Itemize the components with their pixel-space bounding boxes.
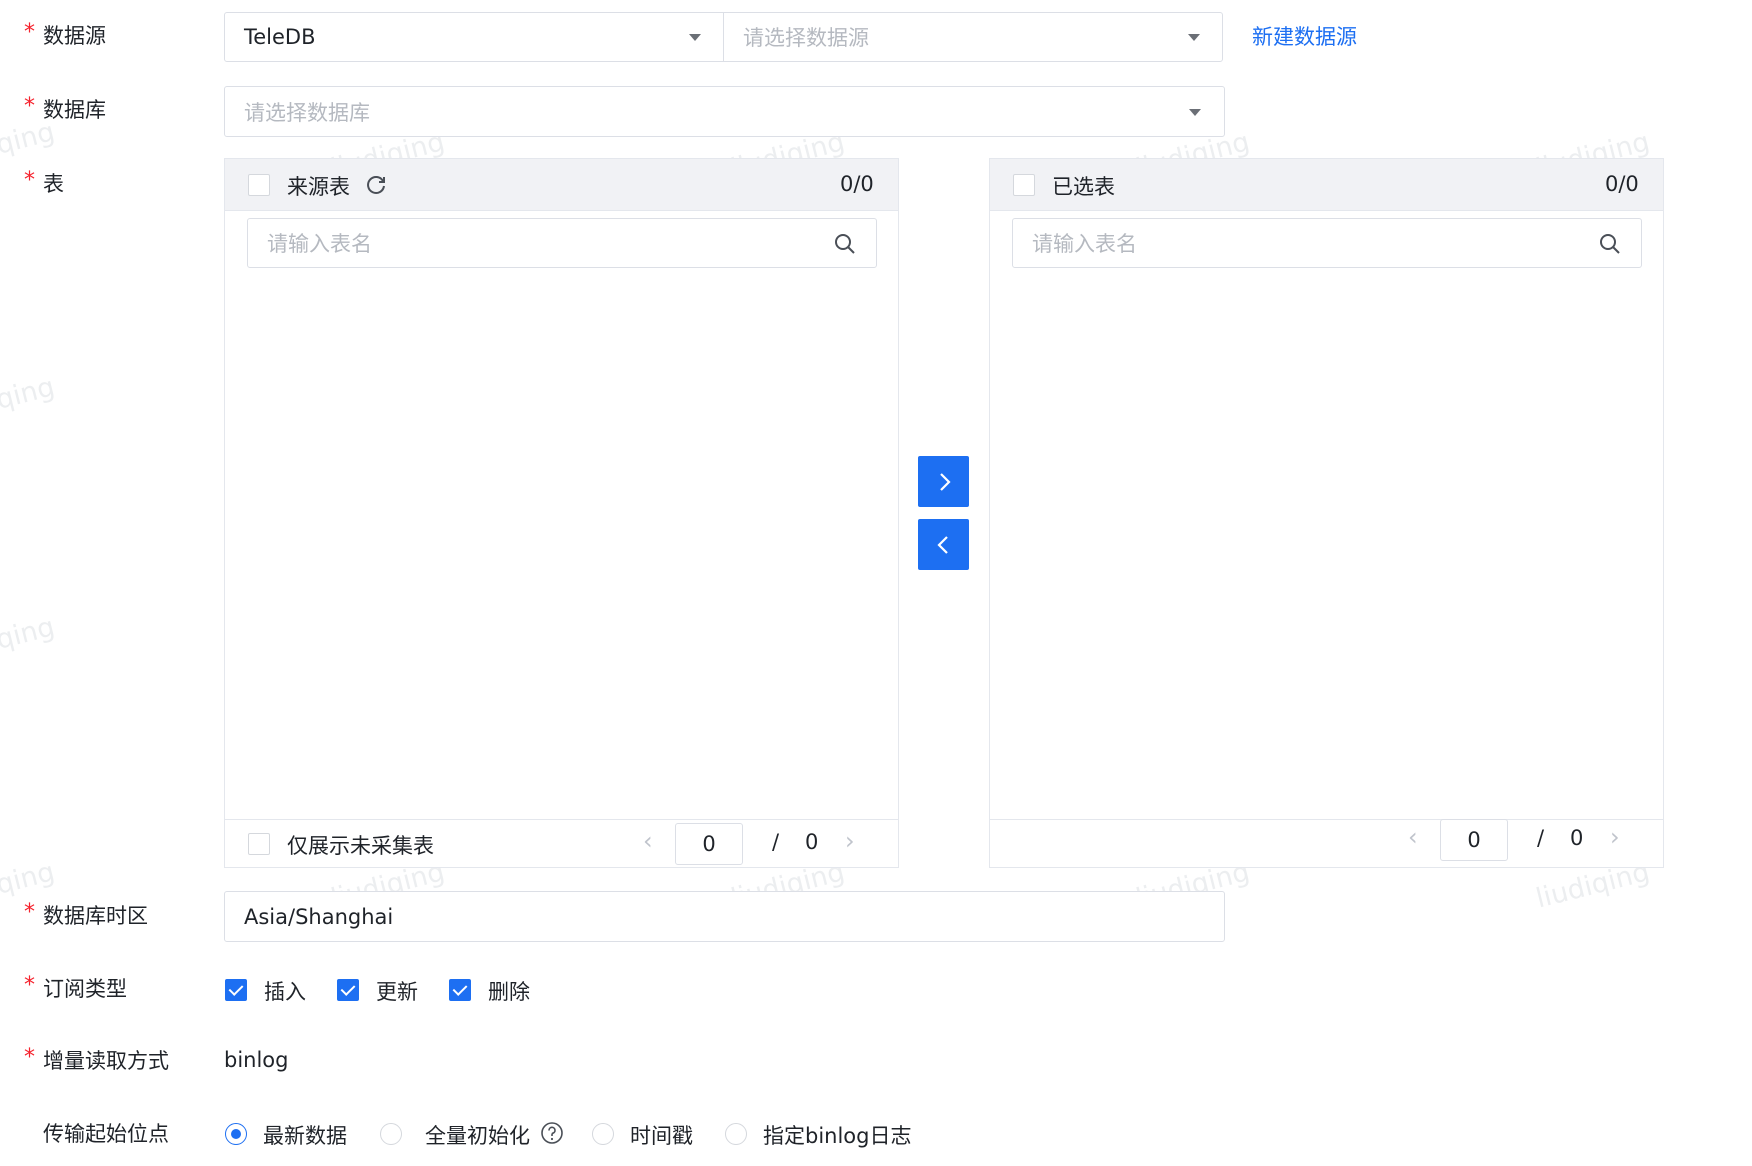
datasource-label: 数据源 (43, 24, 106, 48)
required-mark: * (24, 1045, 35, 1070)
next-page-button[interactable]: › (1610, 823, 1620, 851)
prev-page-button[interactable]: ‹ (1408, 823, 1418, 851)
next-page-button[interactable]: › (845, 827, 855, 855)
watermark: liudiqing (0, 116, 58, 175)
required-mark: * (24, 900, 35, 925)
datasource-placeholder: 请选择数据源 (743, 26, 869, 50)
timestamp-radio[interactable] (592, 1123, 614, 1145)
database-select[interactable]: 请选择数据库 (224, 86, 1225, 137)
latest-data-radio[interactable] (225, 1123, 247, 1145)
insert-checkbox[interactable] (225, 979, 247, 1001)
move-left-button[interactable] (918, 519, 969, 570)
required-mark: * (24, 20, 35, 45)
datasource-label-row: * 数据源 (24, 20, 106, 50)
datasource-type-value: TeleDB (244, 25, 316, 49)
selected-search-input[interactable]: 请输入表名 (1012, 218, 1642, 268)
new-datasource-link[interactable]: 新建数据源 (1252, 21, 1357, 51)
refresh-icon[interactable] (364, 173, 388, 197)
source-panel-count: 0/0 (840, 172, 874, 196)
chevron-down-icon (1189, 109, 1201, 116)
update-label: 更新 (376, 980, 418, 1004)
incremental-read-label: 增量读取方式 (43, 1049, 169, 1073)
selected-search-placeholder: 请输入表名 (1032, 232, 1137, 256)
full-init-label: 全量初始化 (425, 1124, 530, 1148)
source-table-list (247, 277, 877, 777)
divider (990, 819, 1663, 820)
selected-table-list (1012, 277, 1642, 777)
selected-table-panel: 已选表 0/0 请输入表名 ‹ 0 / 0 › (989, 158, 1664, 868)
delete-checkbox[interactable] (449, 979, 471, 1001)
database-label-row: * 数据库 (24, 94, 106, 124)
chevron-down-icon (689, 34, 701, 41)
selected-panel-count: 0/0 (1605, 172, 1639, 196)
selected-panel-header: 已选表 0/0 (990, 159, 1663, 211)
database-placeholder: 请选择数据库 (244, 100, 370, 125)
latest-data-label: 最新数据 (263, 1124, 347, 1148)
source-select-all-checkbox[interactable] (248, 174, 270, 196)
database-label: 数据库 (43, 98, 106, 122)
prev-page-button[interactable]: ‹ (643, 827, 653, 855)
table-label-row: * 表 (24, 168, 64, 198)
selected-page-input[interactable]: 0 (1440, 819, 1508, 861)
required-mark: * (24, 973, 35, 998)
source-page-total: 0 (805, 830, 819, 854)
watermark: liudiqing (0, 371, 58, 430)
search-icon[interactable] (1598, 232, 1622, 256)
watermark: liudiqing (0, 611, 58, 670)
start-position-label-row: 传输起始位点 (24, 1120, 169, 1148)
source-panel-header: 来源表 0/0 (225, 159, 898, 211)
timezone-label: 数据库时区 (43, 904, 148, 928)
only-uncollected-checkbox[interactable] (248, 833, 270, 855)
timezone-input[interactable]: Asia/Shanghai (224, 891, 1225, 942)
search-icon[interactable] (833, 232, 857, 256)
page-separator: / (1537, 826, 1545, 850)
chevron-left-icon (936, 535, 948, 554)
full-init-radio[interactable] (380, 1123, 402, 1145)
incremental-read-label-row: * 增量读取方式 (24, 1045, 169, 1075)
start-position-label: 传输起始位点 (43, 1122, 169, 1146)
selected-select-all-checkbox[interactable] (1013, 174, 1035, 196)
selected-panel-title: 已选表 (1052, 175, 1115, 199)
source-page-input[interactable]: 0 (675, 823, 743, 865)
chevron-down-icon (1188, 34, 1200, 41)
chevron-right-icon (939, 472, 951, 491)
timestamp-label: 时间戳 (630, 1124, 693, 1148)
page-separator: / (772, 830, 780, 854)
datasource-select[interactable]: 请选择数据源 (723, 12, 1223, 62)
delete-label: 删除 (488, 980, 530, 1004)
source-panel-title: 来源表 (287, 175, 350, 199)
timezone-value: Asia/Shanghai (244, 904, 394, 929)
required-mark: * (24, 168, 35, 193)
binlog-file-label: 指定binlog日志 (763, 1124, 912, 1148)
help-icon[interactable] (540, 1121, 564, 1145)
source-search-input[interactable]: 请输入表名 (247, 218, 877, 268)
incremental-read-value: binlog (224, 1048, 289, 1072)
source-search-placeholder: 请输入表名 (267, 232, 372, 256)
datasource-type-select[interactable]: TeleDB (224, 12, 724, 62)
source-page-current: 0 (702, 832, 716, 856)
table-label: 表 (43, 172, 64, 196)
selected-page-current: 0 (1467, 828, 1481, 852)
update-checkbox[interactable] (337, 979, 359, 1001)
source-table-panel: 来源表 0/0 请输入表名 仅展示未采集表 ‹ 0 / 0 › (224, 158, 899, 868)
selected-page-total: 0 (1570, 826, 1584, 850)
subscribe-type-label: 订阅类型 (43, 977, 127, 1001)
timezone-label-row: * 数据库时区 (24, 900, 148, 930)
required-mark: * (24, 94, 35, 119)
only-uncollected-label: 仅展示未采集表 (287, 834, 434, 858)
insert-label: 插入 (264, 980, 306, 1004)
subscribe-type-label-row: * 订阅类型 (24, 973, 127, 1003)
binlog-file-radio[interactable] (725, 1123, 747, 1145)
move-right-button[interactable] (918, 456, 969, 507)
divider (225, 819, 898, 820)
